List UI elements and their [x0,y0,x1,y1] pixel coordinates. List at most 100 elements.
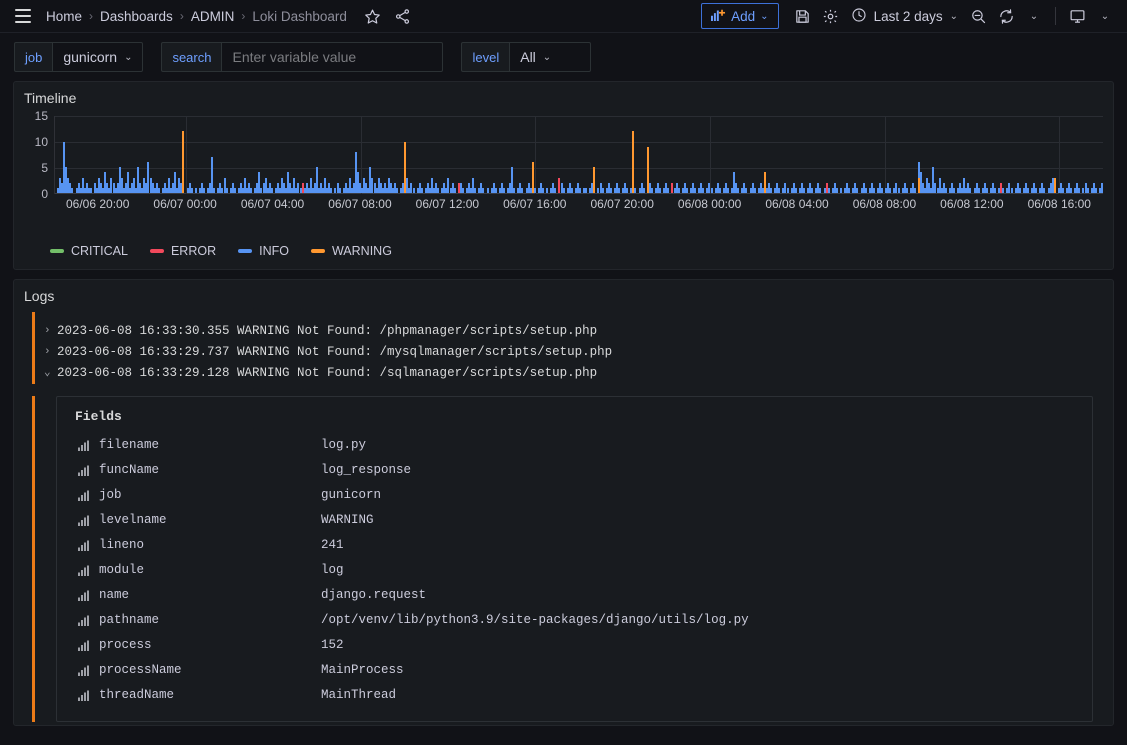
legend-label: CRITICAL [71,244,128,258]
legend-item-info[interactable]: INFO [238,244,289,258]
log-row-clipped[interactable] [32,312,1103,321]
legend-color-swatch [150,249,164,253]
field-value: log_response [321,463,411,477]
x-axis-tick: 06/08 12:00 [940,197,1003,211]
x-axis-tick: 06/07 04:00 [241,197,304,211]
chart-bar [778,188,780,193]
bar-stats-icon[interactable] [69,664,99,676]
chart-bar [1002,188,1004,193]
field-key: lineno [99,538,321,552]
chart-bar [558,178,560,193]
chart-bar [503,188,505,193]
share-icon[interactable] [389,2,417,30]
add-panel-button[interactable]: Add ⌄ [701,3,778,29]
monitor-icon[interactable] [1063,2,1091,30]
chevron-right-icon[interactable]: › [44,344,57,361]
chart-bar [719,188,721,193]
refresh-interval-chevron-icon[interactable]: ⌄ [1020,2,1048,30]
breadcrumb-item-home[interactable]: Home [46,9,82,24]
level-variable-select[interactable]: All⌄ [509,42,591,72]
field-key: levelname [99,513,321,527]
chart-bar [737,188,739,193]
chart-bar [770,188,772,193]
chart-bar [203,188,205,193]
bar-stats-icon[interactable] [69,514,99,526]
log-row-3[interactable]: ⌄2023-06-08 16:33:29.128 WARNING Not Fou… [32,363,1103,384]
chart-bar [602,188,604,193]
zoom-out-icon[interactable] [964,2,992,30]
bar-stats-icon[interactable] [69,489,99,501]
chart-bar [458,183,460,193]
chart-bar [1043,188,1045,193]
chart-bar [840,188,842,193]
breadcrumb-item-dashboards[interactable]: Dashboards [100,9,173,24]
legend-label: INFO [259,244,289,258]
chart-bar [413,188,415,193]
chart-bar [532,162,534,193]
search-variable-input[interactable] [221,42,443,72]
chart-bar [182,131,184,193]
legend-item-warning[interactable]: WARNING [311,244,392,258]
legend-color-swatch [50,249,64,253]
x-axis: 06/06 20:0006/07 00:0006/07 04:0006/07 0… [54,197,1103,219]
legend-color-swatch [238,249,252,253]
legend-item-critical[interactable]: CRITICAL [50,244,128,258]
chart-bar [694,188,696,193]
chart-bar [889,188,891,193]
bar-stats-icon[interactable] [69,439,99,451]
chevron-down-icon: ⌄ [950,11,958,22]
chart-bar [848,188,850,193]
gear-icon[interactable] [817,2,845,30]
y-axis-tick: 15 [35,109,48,123]
chart-bar [437,188,439,193]
view-mode-chevron-icon[interactable]: ⌄ [1091,2,1119,30]
log-row-2[interactable]: ›2023-06-08 16:33:29.737 WARNING Not Fou… [32,342,1103,363]
menu-toggle-icon[interactable] [10,3,36,29]
chart-bar [158,188,160,193]
field-value: WARNING [321,513,374,527]
save-dashboard-icon[interactable] [789,2,817,30]
field-key: funcName [99,463,321,477]
chart-bar [1087,188,1089,193]
timeline-chart[interactable]: 051015 06/06 20:0006/07 00:0006/07 04:00… [14,110,1113,238]
bar-stats-icon[interactable] [69,639,99,651]
time-range-picker[interactable]: Last 2 days ⌄ [845,2,964,30]
log-row-1[interactable]: ›2023-06-08 16:33:30.355 WARNING Not Fou… [32,321,1103,342]
fields-title: Fields [69,407,1080,432]
star-icon[interactable] [359,2,387,30]
chevron-down-icon: ⌄ [124,52,132,63]
add-panel-label: Add [731,9,755,24]
chevron-down-icon[interactable]: ⌄ [44,365,57,382]
x-axis-tick: 06/07 20:00 [591,197,654,211]
chevron-right-icon[interactable]: › [44,323,57,340]
clock-icon [851,7,867,26]
refresh-icon[interactable] [992,2,1020,30]
chart-bar [811,188,813,193]
chart-bar [1070,188,1072,193]
bar-stats-icon[interactable] [69,539,99,551]
field-value: /opt/venv/lib/python3.9/site-packages/dj… [321,613,749,627]
chart-bar [671,183,673,193]
time-range-label: Last 2 days [874,9,943,24]
bar-stats-icon[interactable] [69,614,99,626]
bar-stats-icon[interactable] [69,464,99,476]
chart-bar [667,188,669,193]
breadcrumb-item-admin[interactable]: ADMIN [191,9,235,24]
chart-bar [978,188,980,193]
field-value: 241 [321,538,344,552]
chevron-down-icon: ⌄ [760,11,768,22]
job-variable-select[interactable]: gunicorn⌄ [52,42,143,72]
chart-bar [969,188,971,193]
chart-bar [1000,183,1002,193]
legend-label: ERROR [171,244,216,258]
search-variable-label: search [161,42,221,72]
legend-item-error[interactable]: ERROR [150,244,216,258]
chart-bar [727,188,729,193]
bar-stats-icon[interactable] [69,689,99,701]
legend-label: WARNING [332,244,392,258]
bar-stats-icon[interactable] [69,564,99,576]
timeline-panel-title: Timeline [14,82,1113,110]
bar-stats-icon[interactable] [69,589,99,601]
chart-bar [659,188,661,193]
chart-bar [90,188,92,193]
